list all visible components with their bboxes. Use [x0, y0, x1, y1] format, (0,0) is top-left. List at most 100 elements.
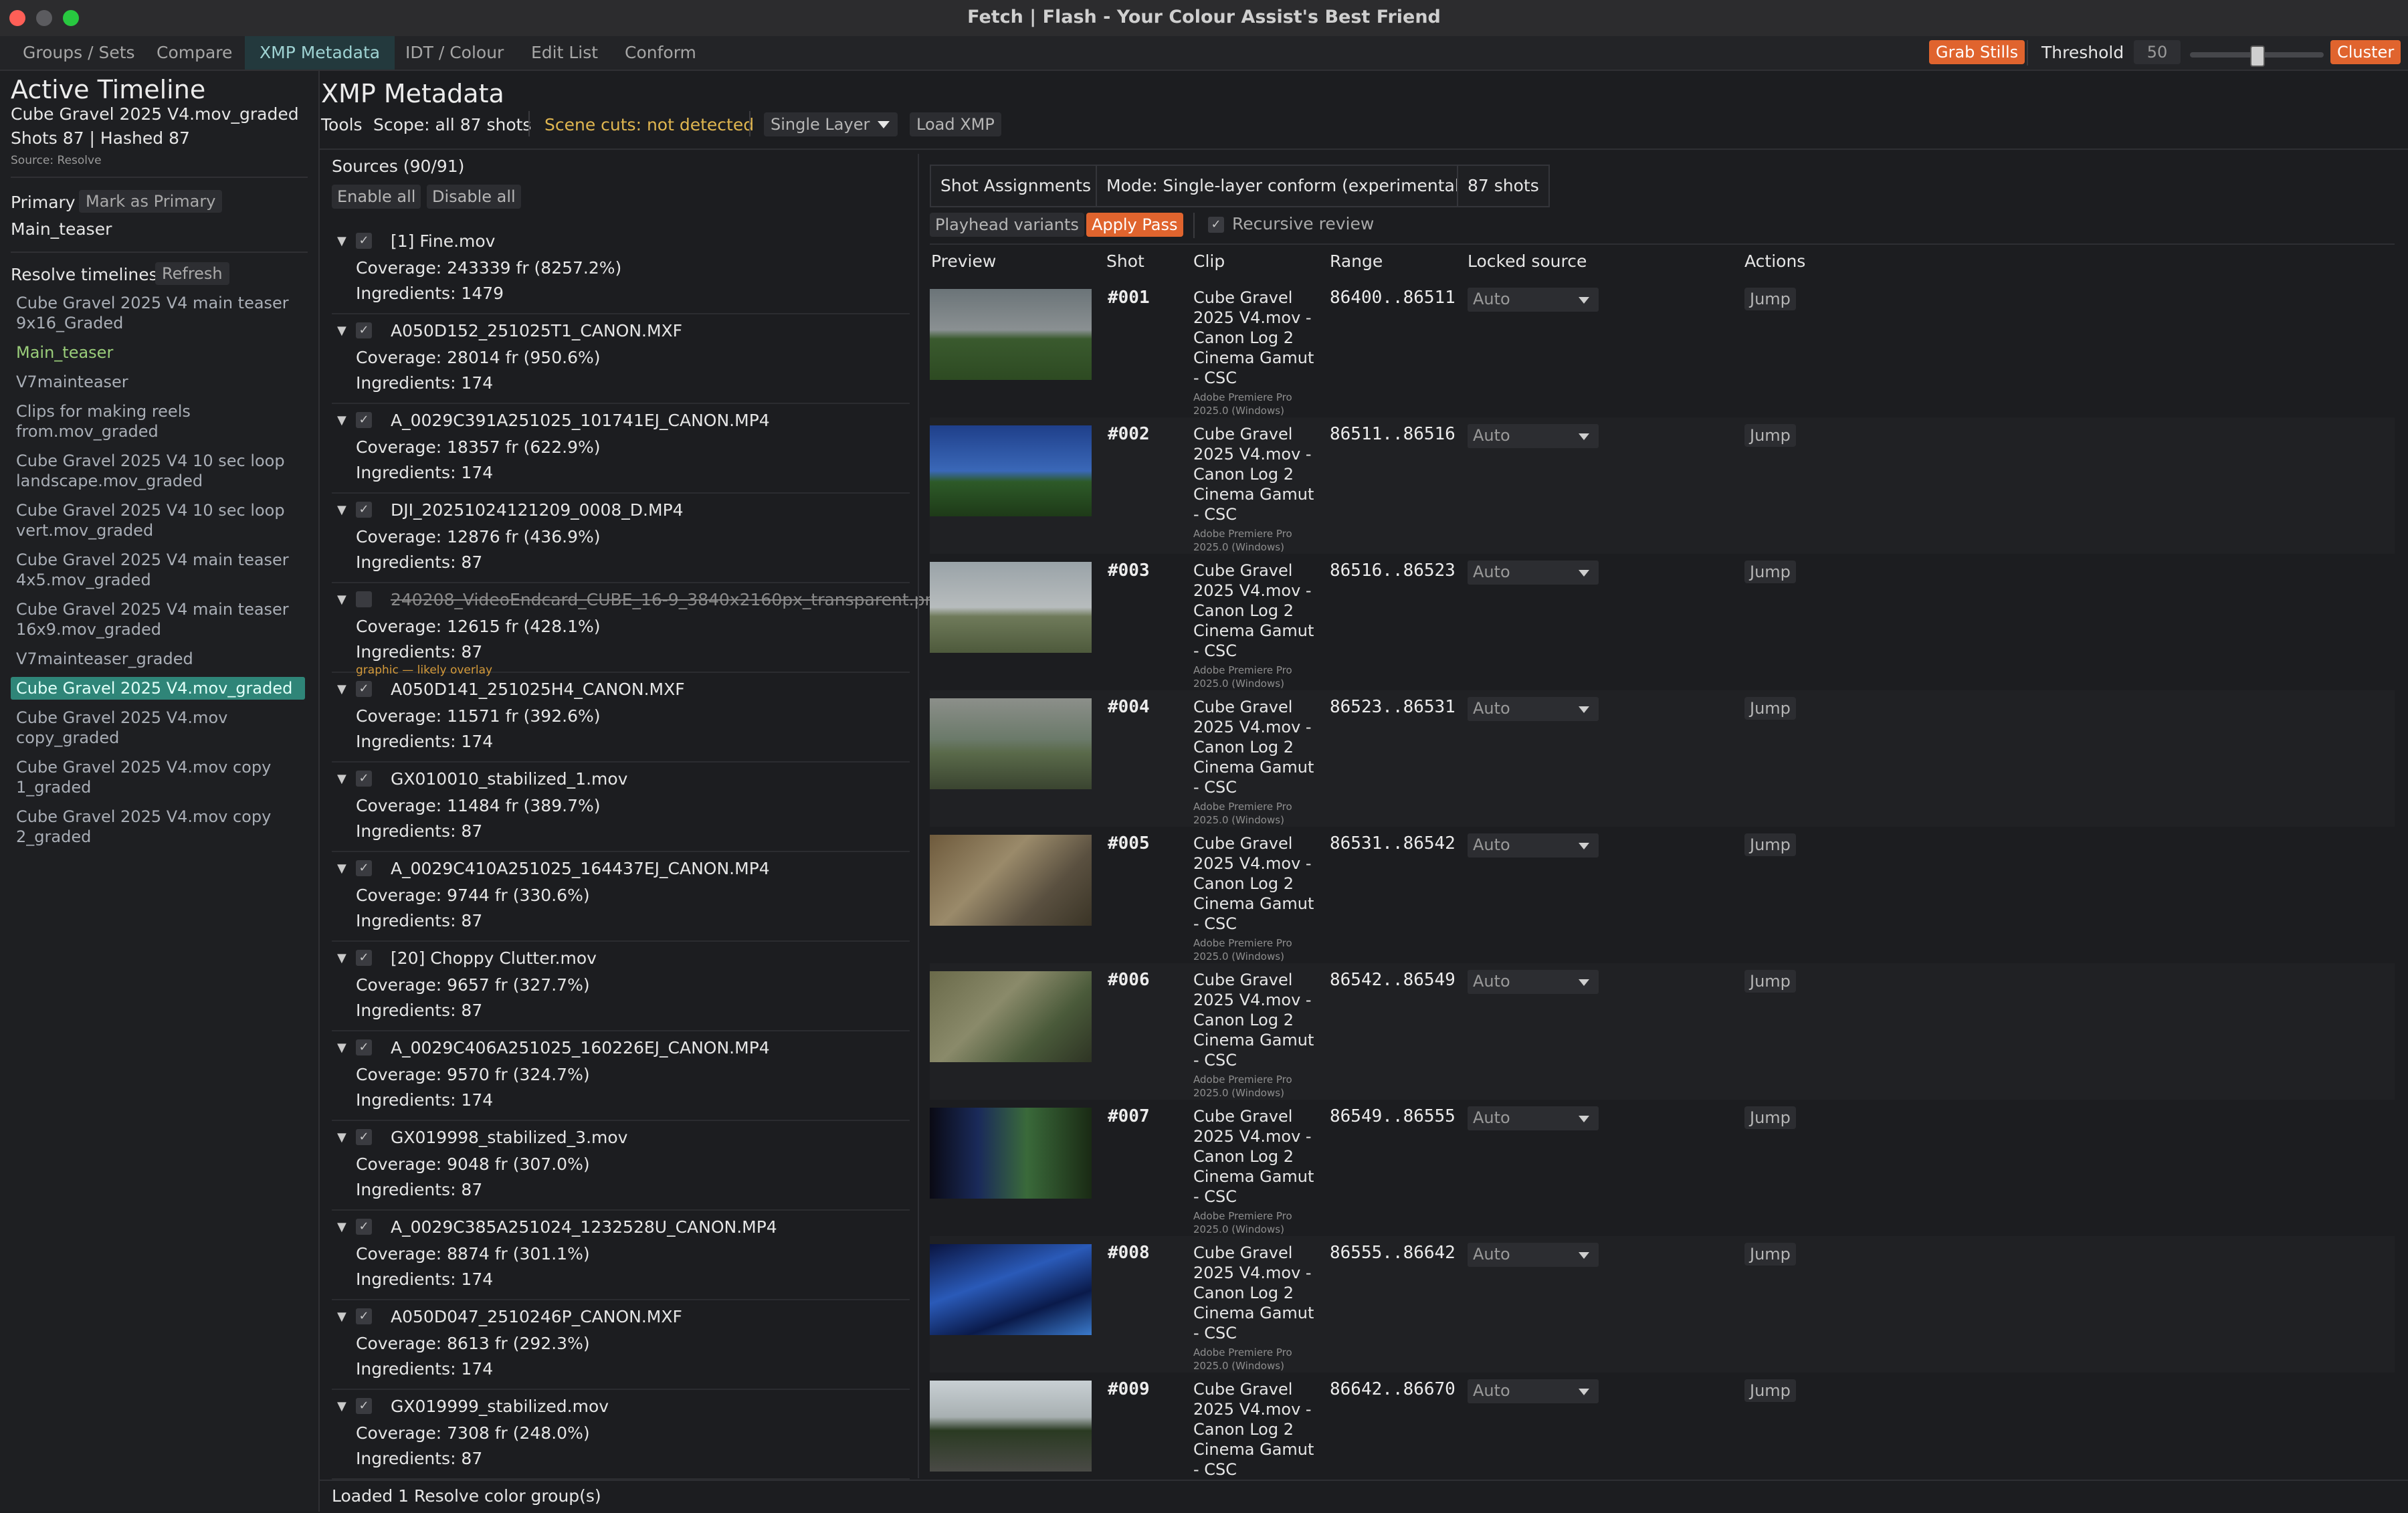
locked-source-select[interactable]: Auto [1468, 1106, 1599, 1130]
source-enabled-checkbox[interactable]: ✓ [356, 950, 372, 966]
threshold-value-field[interactable]: 50 [2134, 40, 2181, 64]
disable-all-button[interactable]: Disable all [427, 185, 521, 209]
source-enabled-checkbox[interactable]: ✓ [356, 412, 372, 428]
disclosure-triangle-icon[interactable]: ▼ [337, 324, 346, 338]
shot-preview-thumbnail[interactable] [930, 971, 1092, 1062]
source-ingredients: Ingredients: 174 [356, 732, 494, 751]
tools-divider [528, 111, 530, 136]
source-enabled-checkbox[interactable]: ✓ [356, 1219, 372, 1235]
threshold-slider-handle[interactable] [2250, 45, 2265, 67]
locked-source-select[interactable]: Auto [1468, 1379, 1599, 1403]
disclosure-triangle-icon[interactable]: ▼ [337, 234, 346, 248]
disclosure-triangle-icon[interactable]: ▼ [337, 1220, 346, 1234]
jump-button[interactable]: Jump [1744, 697, 1796, 720]
shot-preview-thumbnail[interactable] [930, 1244, 1092, 1335]
apply-pass-button[interactable]: Apply Pass [1086, 213, 1183, 237]
locked-source-select[interactable]: Auto [1468, 970, 1599, 994]
shot-table: #001 Cube Gravel 2025 V4.mov - Canon Log … [930, 281, 2395, 1478]
jump-button[interactable]: Jump [1744, 424, 1796, 447]
panel-divider[interactable] [918, 154, 919, 1478]
timeline-item[interactable]: Cube Gravel 2025 V4.mov copy 2_graded [11, 805, 305, 848]
timeline-item[interactable]: Cube Gravel 2025 V4.mov copy_graded [11, 706, 305, 749]
shot-range: 86642..86670 [1330, 1379, 1456, 1399]
tab-compare[interactable]: Compare [142, 36, 247, 70]
source-enabled-checkbox[interactable]: ✓ [356, 1308, 372, 1324]
timeline-item[interactable]: Cube Gravel 2025 V4 10 sec loop landscap… [11, 449, 305, 492]
disclosure-triangle-icon[interactable]: ▼ [337, 682, 346, 696]
tab-edit-list[interactable]: Edit List [516, 36, 613, 70]
refresh-timelines-button[interactable]: Refresh [155, 262, 229, 285]
disclosure-triangle-icon[interactable]: ▼ [337, 1130, 346, 1144]
shot-preview-thumbnail[interactable] [930, 835, 1092, 926]
threshold-slider[interactable] [2190, 45, 2324, 67]
timeline-item[interactable]: Cube Gravel 2025 V4 main teaser 16x9.mov… [11, 598, 305, 641]
disclosure-triangle-icon[interactable]: ▼ [337, 413, 346, 427]
mark-as-primary-button[interactable]: Mark as Primary [79, 190, 223, 213]
disclosure-triangle-icon[interactable]: ▼ [337, 503, 346, 517]
source-name: A050D141_251025H4_CANON.MXF [391, 680, 685, 699]
timeline-item[interactable]: Cube Gravel 2025 V4.mov_graded [11, 677, 305, 700]
source-enabled-checkbox[interactable] [356, 591, 372, 607]
locked-source-select[interactable]: Auto [1468, 1243, 1599, 1267]
clip-name: Cube Gravel 2025 V4.mov - Canon Log 2 Ci… [1193, 425, 1314, 524]
locked-source-select[interactable]: Auto [1468, 697, 1599, 721]
source-enabled-checkbox[interactable]: ✓ [356, 502, 372, 518]
jump-button[interactable]: Jump [1744, 1379, 1796, 1402]
shot-preview-thumbnail[interactable] [930, 562, 1092, 653]
source-enabled-checkbox[interactable]: ✓ [356, 860, 372, 876]
jump-button[interactable]: Jump [1744, 1243, 1796, 1266]
shot-preview-thumbnail[interactable] [930, 1381, 1092, 1472]
source-ingredients: Ingredients: 174 [356, 373, 494, 393]
tab-groups-sets[interactable]: Groups / Sets [8, 36, 150, 70]
tab-conform[interactable]: Conform [610, 36, 711, 70]
playhead-variants-button[interactable]: Playhead variants [930, 213, 1084, 237]
disclosure-triangle-icon[interactable]: ▼ [337, 593, 346, 607]
shot-preview-thumbnail[interactable] [930, 289, 1092, 380]
timeline-item[interactable]: Clips for making reels from.mov_graded [11, 400, 305, 443]
timeline-item[interactable]: V7mainteaser_graded [11, 647, 305, 670]
cluster-button[interactable]: Cluster [2330, 40, 2401, 64]
timeline-item[interactable]: Cube Gravel 2025 V4 10 sec loop vert.mov… [11, 499, 305, 542]
layer-mode-select[interactable]: Single Layer [764, 112, 898, 136]
source-enabled-checkbox[interactable]: ✓ [356, 1129, 372, 1145]
disclosure-triangle-icon[interactable]: ▼ [337, 951, 346, 965]
source-ingredients: Ingredients: 87 [356, 552, 483, 572]
source-coverage: Coverage: 9744 fr (330.6%) [356, 886, 590, 905]
timeline-item[interactable]: V7mainteaser [11, 371, 305, 393]
jump-button[interactable]: Jump [1744, 561, 1796, 583]
timeline-item[interactable]: Main_teaser [11, 341, 305, 364]
chevron-down-icon [1579, 1389, 1589, 1395]
shot-preview-thumbnail[interactable] [930, 1108, 1092, 1199]
locked-source-select[interactable]: Auto [1468, 288, 1599, 312]
disclosure-triangle-icon[interactable]: ▼ [337, 1399, 346, 1413]
recursive-review-checkbox[interactable]: ✓ [1208, 217, 1224, 233]
locked-source-select[interactable]: Auto [1468, 833, 1599, 858]
locked-source-select[interactable]: Auto [1468, 561, 1599, 585]
shot-preview-thumbnail[interactable] [930, 698, 1092, 789]
timeline-item[interactable]: Cube Gravel 2025 V4 main teaser 4x5.mov_… [11, 548, 305, 591]
jump-button[interactable]: Jump [1744, 1106, 1796, 1129]
disclosure-triangle-icon[interactable]: ▼ [337, 772, 346, 786]
enable-all-button[interactable]: Enable all [332, 185, 421, 209]
tab-idt-colour[interactable]: IDT / Colour [391, 36, 518, 70]
disclosure-triangle-icon[interactable]: ▼ [337, 1041, 346, 1055]
tab-xmp-metadata[interactable]: XMP Metadata [245, 36, 395, 70]
disclosure-triangle-icon[interactable]: ▼ [337, 862, 346, 876]
jump-button[interactable]: Jump [1744, 833, 1796, 856]
source-enabled-checkbox[interactable]: ✓ [356, 1039, 372, 1055]
locked-source-select[interactable]: Auto [1468, 424, 1599, 448]
source-enabled-checkbox[interactable]: ✓ [356, 1398, 372, 1414]
load-xmp-button[interactable]: Load XMP [910, 112, 1001, 136]
disclosure-triangle-icon[interactable]: ▼ [337, 1310, 346, 1324]
jump-button[interactable]: Jump [1744, 970, 1796, 993]
shot-preview-thumbnail[interactable] [930, 425, 1092, 516]
status-bar: Loaded 1 Resolve color group(s) [320, 1480, 2408, 1513]
source-enabled-checkbox[interactable]: ✓ [356, 233, 372, 249]
source-enabled-checkbox[interactable]: ✓ [356, 681, 372, 697]
source-enabled-checkbox[interactable]: ✓ [356, 322, 372, 338]
timeline-item[interactable]: Cube Gravel 2025 V4 main teaser 9x16_Gra… [11, 292, 305, 334]
grab-stills-button[interactable]: Grab Stills [1929, 40, 2025, 64]
source-enabled-checkbox[interactable]: ✓ [356, 771, 372, 787]
timeline-item[interactable]: Cube Gravel 2025 V4.mov copy 1_graded [11, 756, 305, 799]
jump-button[interactable]: Jump [1744, 288, 1796, 310]
